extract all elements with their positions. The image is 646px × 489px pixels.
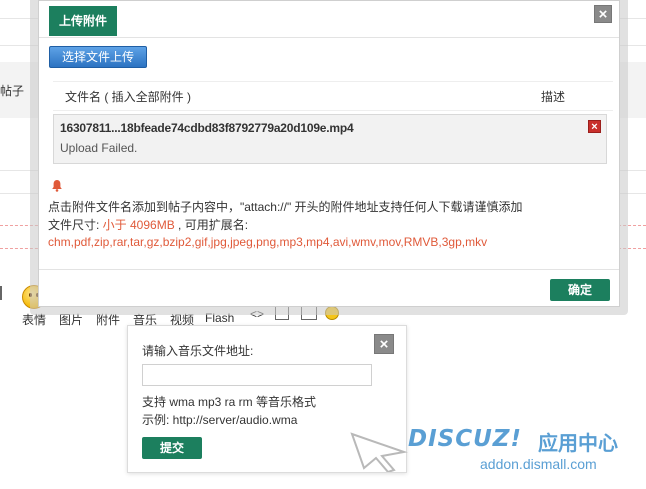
notice-text: 点击附件文件名添加到帖子内容中，"attach://" 开头的附件地址支持任何人… bbox=[48, 200, 523, 214]
attachment-status: Upload Failed. bbox=[60, 141, 138, 155]
attachment-table-header: 文件名 ( 插入全部附件 ) 描述 bbox=[53, 81, 613, 111]
upload-dialog: 上传附件 × 选择文件上传 文件名 ( 插入全部附件 ) 描述 16307811… bbox=[38, 0, 620, 307]
watermark-cn: 应用中心 bbox=[538, 433, 618, 455]
music-url-input[interactable] bbox=[142, 364, 372, 386]
submit-button[interactable]: 提交 bbox=[142, 437, 202, 459]
discuz-watermark: DISCUZ! 应用中心 addon.dismall.com bbox=[340, 420, 640, 485]
dialog-header: 上传附件 × bbox=[39, 1, 619, 38]
size-line: 文件尺寸: 小于 4096MB , 可用扩展名: bbox=[48, 216, 248, 233]
bell-icon bbox=[52, 180, 62, 192]
close-icon[interactable]: × bbox=[374, 334, 394, 354]
music-popup-title: 请输入音乐文件地址: bbox=[142, 344, 254, 358]
close-icon[interactable]: × bbox=[594, 5, 612, 23]
extensions-label: , 可用扩展名: bbox=[174, 218, 249, 232]
music-example-hint: 示例: http://server/audio.wma bbox=[142, 413, 298, 427]
choose-file-button[interactable]: 选择文件上传 bbox=[49, 46, 147, 68]
dialog-title: 上传附件 bbox=[49, 6, 118, 36]
column-filename[interactable]: 文件名 ( 插入全部附件 ) bbox=[65, 88, 191, 105]
delete-icon[interactable]: × bbox=[588, 120, 601, 133]
cursor-logo-icon bbox=[350, 432, 408, 472]
watermark-logo: DISCUZ! bbox=[408, 426, 522, 452]
watermark-url: addon.dismall.com bbox=[480, 456, 597, 472]
extensions-list: chm,pdf,zip,rar,tar,gz,bzip2,gif,jpg,jpe… bbox=[48, 235, 488, 249]
size-value: 小于 4096MB bbox=[102, 218, 175, 232]
extensions-line: chm,pdf,zip,rar,tar,gz,bzip2,gif,jpg,jpe… bbox=[48, 235, 487, 249]
size-label: 文件尺寸: bbox=[48, 218, 103, 232]
column-description: 描述 bbox=[541, 90, 566, 104]
toolbar-edge-icon bbox=[0, 286, 6, 300]
attachment-row: 16307811...18bfeade74cdbd83f8792779a20d1… bbox=[53, 114, 607, 164]
attachment-filename[interactable]: 16307811...18bfeade74cdbd83f8792779a20d1… bbox=[60, 121, 354, 135]
dialog-footer-divider bbox=[39, 269, 619, 270]
bg-side-text: 帖子 bbox=[0, 84, 25, 98]
music-format-hint: 支持 wma mp3 ra rm 等音乐格式 bbox=[142, 395, 317, 409]
confirm-button[interactable]: 确定 bbox=[550, 279, 610, 301]
